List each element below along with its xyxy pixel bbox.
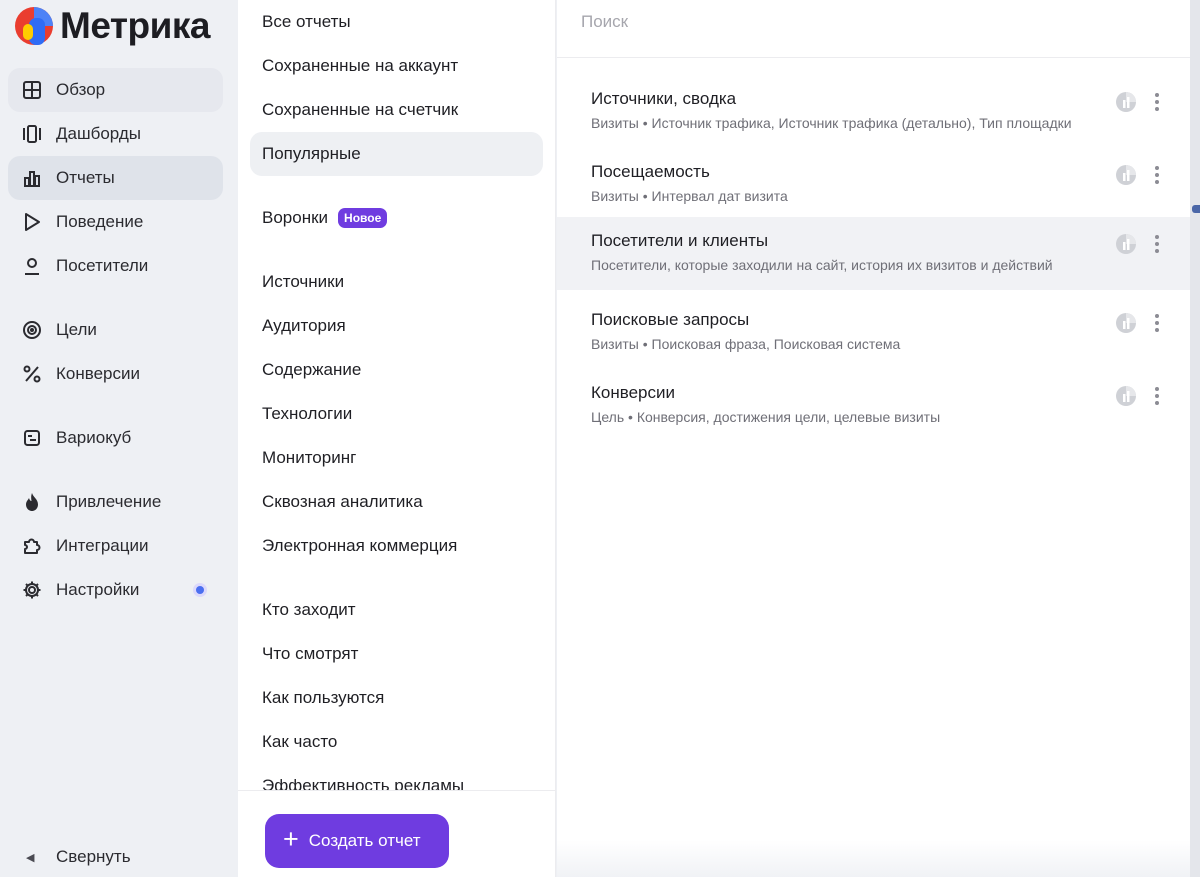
chart-type-icon[interactable] (1115, 91, 1137, 113)
bottom-fade (557, 840, 1190, 877)
category-sources[interactable]: Источники (250, 260, 543, 304)
new-badge: Новое (338, 208, 388, 228)
sidebar-item-label: Дашборды (56, 124, 141, 143)
category-how-they-use[interactable]: Как пользуются (250, 676, 543, 720)
sidebar-item-overview[interactable]: Обзор (8, 68, 223, 112)
sidebar-item-conversions[interactable]: Конверсии (8, 352, 223, 396)
category-saved-counter[interactable]: Сохраненные на счетчик (250, 88, 543, 132)
background-page-edge (1190, 0, 1200, 877)
more-options-icon[interactable] (1147, 163, 1167, 187)
sidebar-item-variocube[interactable]: Вариокуб (8, 416, 223, 460)
logo[interactable]: Метрика (14, 4, 210, 48)
category-all-reports[interactable]: Все отчеты (250, 0, 543, 44)
report-title: Посещаемость (591, 162, 710, 181)
puzzle-icon (22, 536, 42, 556)
category-technologies[interactable]: Технологии (250, 392, 543, 436)
category-ecommerce[interactable]: Электронная коммерция (250, 524, 543, 568)
report-row[interactable]: Конверсии Цель • Конверсия, достижения ц… (557, 369, 1190, 442)
sidebar-item-dashboards[interactable]: Дашборды (8, 112, 223, 156)
more-options-icon[interactable] (1147, 311, 1167, 335)
category-content[interactable]: Содержание (250, 348, 543, 392)
play-icon (22, 212, 42, 232)
reports-list-panel: Источники, сводка Визиты • Источник траф… (557, 0, 1190, 877)
report-subtitle: Визиты • Поисковая фраза, Поисковая сист… (591, 336, 901, 352)
category-end-to-end-analytics[interactable]: Сквозная аналитика (250, 480, 543, 524)
report-subtitle: Цель • Конверсия, достижения цели, целев… (591, 409, 941, 425)
report-row[interactable]: Посещаемость Визиты • Интервал дат визит… (557, 148, 1190, 221)
chevron-left-icon: ◀ (26, 851, 35, 864)
more-options-icon[interactable] (1147, 232, 1167, 256)
chart-type-icon[interactable] (1115, 233, 1137, 255)
chart-type-icon[interactable] (1115, 385, 1137, 407)
sidebar-item-reports[interactable]: Отчеты (8, 156, 223, 200)
category-how-often[interactable]: Как часто (250, 720, 543, 764)
report-categories-panel: Все отчеты Сохраненные на аккаунт Сохран… (238, 0, 556, 877)
create-report-label: Создать отчет (308, 831, 421, 850)
chart-type-icon[interactable] (1115, 164, 1137, 186)
report-row[interactable]: Поисковые запросы Визиты • Поисковая фра… (557, 296, 1190, 369)
app-title: Метрика (60, 5, 210, 46)
report-subtitle: Визиты • Интервал дат визита (591, 188, 788, 204)
sidebar-item-label: Поведение (56, 212, 144, 231)
grid-icon (22, 80, 42, 100)
search-bar (557, 0, 1190, 58)
collapse-label: Свернуть (56, 847, 131, 866)
main-sidebar: Метрика Обзор Дашборды Отчеты Поведение … (0, 0, 238, 877)
category-funnels[interactable]: Воронки Новое (250, 196, 543, 240)
report-subtitle: Визиты • Источник трафика, Источник траф… (591, 115, 1072, 131)
percent-icon (22, 364, 42, 384)
chart-type-icon[interactable] (1115, 312, 1137, 334)
sidebar-item-goals[interactable]: Цели (8, 308, 223, 352)
sidebar-item-label: Посетители (56, 256, 149, 275)
metrika-logo-icon (15, 7, 53, 45)
plus-icon: + (283, 824, 299, 854)
variocube-icon (22, 428, 42, 448)
report-row[interactable]: Посетители и клиенты Посетители, которые… (557, 217, 1190, 290)
report-row[interactable]: Источники, сводка Визиты • Источник траф… (557, 75, 1190, 148)
collapse-sidebar-button[interactable]: ◀ Свернуть (8, 835, 131, 877)
sidebar-item-label: Привлечение (56, 492, 162, 511)
sidebar-item-visitors[interactable]: Посетители (8, 244, 223, 288)
report-title: Поисковые запросы (591, 310, 750, 329)
sidebar-item-label: Настройки (56, 580, 140, 599)
dashboards-icon (22, 124, 42, 144)
sidebar-item-label: Интеграции (56, 536, 149, 555)
gear-icon (22, 580, 42, 600)
sidebar-item-settings[interactable]: Настройки (8, 568, 223, 612)
flame-icon (22, 492, 42, 512)
report-title: Посетители и клиенты (591, 231, 769, 250)
category-audience[interactable]: Аудитория (250, 304, 543, 348)
category-monitoring[interactable]: Мониторинг (250, 436, 543, 480)
category-label: Воронки (262, 208, 329, 227)
category-who-visits[interactable]: Кто заходит (250, 588, 543, 632)
category-popular[interactable]: Популярные (250, 132, 543, 176)
sidebar-item-label: Обзор (56, 80, 106, 99)
report-title: Источники, сводка (591, 89, 737, 108)
category-saved-account[interactable]: Сохраненные на аккаунт (250, 44, 543, 88)
sidebar-item-label: Вариокуб (56, 428, 132, 447)
sidebar-item-label: Цели (56, 320, 97, 339)
sidebar-item-label: Отчеты (56, 168, 115, 187)
sidebar-item-integrations[interactable]: Интеграции (8, 524, 223, 568)
sidebar-item-behavior[interactable]: Поведение (8, 200, 223, 244)
sidebar-item-acquisition[interactable]: Привлечение (8, 480, 223, 524)
background-marker (1192, 205, 1200, 213)
person-icon (22, 256, 42, 276)
categories-footer: + Создать отчет (238, 790, 555, 877)
target-icon (22, 320, 42, 340)
more-options-icon[interactable] (1147, 90, 1167, 114)
search-input[interactable] (581, 10, 1141, 34)
more-options-icon[interactable] (1147, 384, 1167, 408)
report-subtitle: Посетители, которые заходили на сайт, ис… (591, 257, 1053, 273)
create-report-button[interactable]: + Создать отчет (265, 814, 449, 868)
report-title: Конверсии (591, 383, 675, 402)
bar-chart-icon (22, 168, 42, 188)
notification-dot (193, 583, 207, 597)
sidebar-item-label: Конверсии (56, 364, 140, 383)
category-what-they-view[interactable]: Что смотрят (250, 632, 543, 676)
